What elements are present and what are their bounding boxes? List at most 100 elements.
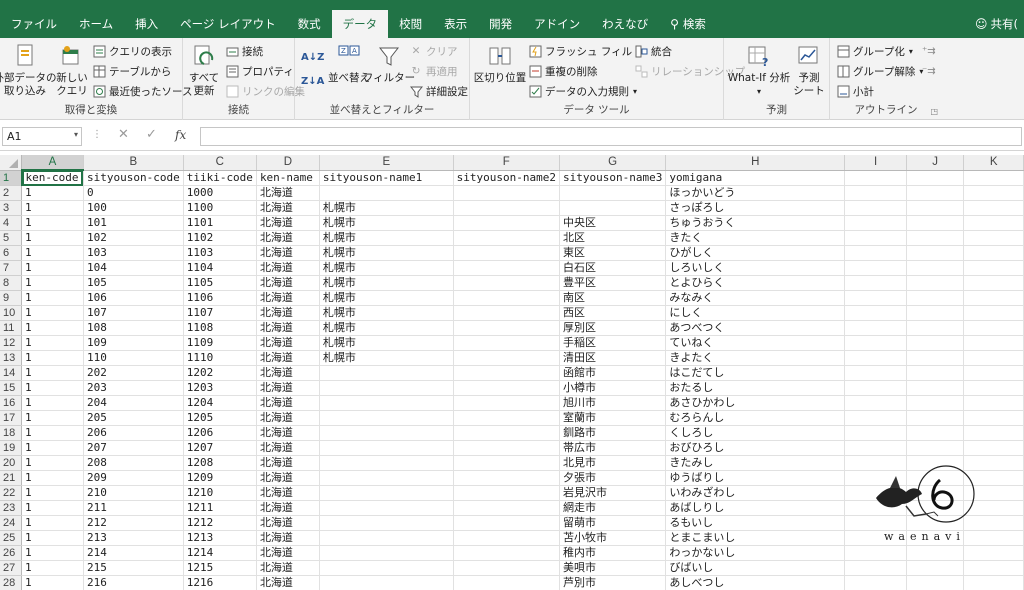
insert-function-button[interactable]: fx bbox=[175, 128, 186, 142]
column-header-h[interactable]: H bbox=[665, 155, 846, 171]
cell[interactable] bbox=[844, 425, 907, 441]
cell[interactable]: 1109 bbox=[183, 335, 257, 351]
cell[interactable]: きよたく bbox=[665, 350, 846, 366]
cell[interactable]: 1213 bbox=[183, 530, 257, 546]
reapply-button[interactable]: ↻ 再適用 bbox=[409, 62, 458, 80]
cell[interactable]: 101 bbox=[83, 215, 184, 231]
row-header[interactable]: 7 bbox=[0, 260, 22, 276]
edit-links-button[interactable]: リンクの編集 bbox=[225, 82, 305, 100]
cell[interactable]: 北海道 bbox=[256, 515, 320, 531]
cell[interactable] bbox=[844, 275, 907, 291]
cancel-icon[interactable]: ✕ bbox=[118, 127, 129, 142]
tab-page-layout[interactable]: ページ レイアウト bbox=[169, 10, 286, 38]
cell[interactable]: ken-name bbox=[256, 170, 320, 186]
row-header[interactable]: 19 bbox=[0, 440, 22, 456]
cell[interactable]: 1 bbox=[21, 230, 84, 246]
cell[interactable] bbox=[906, 290, 965, 306]
cell[interactable]: 札幌市 bbox=[319, 260, 454, 276]
cell[interactable]: あしべつし bbox=[665, 575, 846, 590]
cell[interactable]: 202 bbox=[83, 365, 184, 381]
cell[interactable]: 1 bbox=[21, 560, 84, 576]
cell[interactable] bbox=[453, 410, 560, 426]
cell[interactable]: 北海道 bbox=[256, 335, 320, 351]
cell[interactable] bbox=[319, 455, 454, 471]
cell[interactable]: 209 bbox=[83, 470, 184, 486]
column-header-i[interactable]: I bbox=[844, 155, 907, 171]
row-header[interactable]: 10 bbox=[0, 305, 22, 321]
cell[interactable]: 1 bbox=[21, 200, 84, 216]
cell[interactable]: ken-code bbox=[21, 170, 84, 186]
column-header-b[interactable]: B bbox=[83, 155, 184, 171]
row-header[interactable]: 25 bbox=[0, 530, 22, 546]
cell[interactable]: 1205 bbox=[183, 410, 257, 426]
column-header-c[interactable]: C bbox=[183, 155, 257, 171]
cell[interactable] bbox=[963, 305, 1024, 321]
cell[interactable] bbox=[963, 215, 1024, 231]
row-header[interactable]: 14 bbox=[0, 365, 22, 381]
cell[interactable]: 豊平区 bbox=[559, 275, 667, 291]
cell[interactable]: ていねく bbox=[665, 335, 846, 351]
text-to-columns-button[interactable]: 区切り位置 bbox=[474, 42, 526, 85]
column-header-j[interactable]: J bbox=[906, 155, 965, 171]
what-if-button[interactable]: ? What-If 分析 ▾ bbox=[728, 42, 790, 98]
cell[interactable] bbox=[963, 560, 1024, 576]
tell-me-search[interactable]: ⚲ 検索 bbox=[659, 10, 717, 38]
cell[interactable]: 札幌市 bbox=[319, 215, 454, 231]
cell[interactable]: 中央区 bbox=[559, 215, 667, 231]
cell[interactable]: 1202 bbox=[183, 365, 257, 381]
cell[interactable]: 211 bbox=[83, 500, 184, 516]
advanced-filter-button[interactable]: 詳細設定 bbox=[409, 82, 468, 100]
cell[interactable]: 109 bbox=[83, 335, 184, 351]
cell[interactable] bbox=[963, 320, 1024, 336]
row-header[interactable]: 24 bbox=[0, 515, 22, 531]
cell[interactable]: 0 bbox=[83, 185, 184, 201]
cell[interactable] bbox=[906, 245, 965, 261]
cell[interactable]: 札幌市 bbox=[319, 350, 454, 366]
cell[interactable]: あばしりし bbox=[665, 500, 846, 516]
row-header[interactable]: 8 bbox=[0, 275, 22, 291]
cell[interactable]: にしく bbox=[665, 305, 846, 321]
external-data-button[interactable]: 外部データの 取り込み bbox=[0, 42, 57, 98]
cell[interactable]: 1 bbox=[21, 305, 84, 321]
cell[interactable] bbox=[453, 425, 560, 441]
cell[interactable] bbox=[453, 380, 560, 396]
row-header[interactable]: 23 bbox=[0, 500, 22, 516]
cell[interactable]: 1215 bbox=[183, 560, 257, 576]
cell[interactable]: 216 bbox=[83, 575, 184, 590]
cell[interactable] bbox=[963, 245, 1024, 261]
cell[interactable]: 北海道 bbox=[256, 365, 320, 381]
cell[interactable] bbox=[319, 380, 454, 396]
column-header-e[interactable]: E bbox=[319, 155, 454, 171]
cell[interactable]: 1100 bbox=[183, 200, 257, 216]
cell[interactable]: 1206 bbox=[183, 425, 257, 441]
cell[interactable] bbox=[963, 290, 1024, 306]
cell[interactable] bbox=[963, 185, 1024, 201]
cell[interactable] bbox=[906, 440, 965, 456]
column-header-d[interactable]: D bbox=[256, 155, 320, 171]
cell[interactable] bbox=[319, 470, 454, 486]
cell[interactable] bbox=[453, 305, 560, 321]
show-detail-button[interactable]: ⁺⇉ bbox=[922, 42, 936, 60]
properties-button[interactable]: プロパティ bbox=[225, 62, 294, 80]
cell[interactable] bbox=[319, 545, 454, 561]
cell[interactable]: 1 bbox=[21, 545, 84, 561]
cell[interactable]: 留萌市 bbox=[559, 515, 667, 531]
new-query-button[interactable]: 新しい クエリ bbox=[54, 42, 90, 98]
cell[interactable] bbox=[453, 245, 560, 261]
cell[interactable]: 1110 bbox=[183, 350, 257, 366]
column-header-g[interactable]: G bbox=[559, 155, 667, 171]
cell[interactable]: 1211 bbox=[183, 500, 257, 516]
row-header[interactable]: 28 bbox=[0, 575, 22, 590]
cell[interactable]: 207 bbox=[83, 440, 184, 456]
cell[interactable] bbox=[963, 575, 1024, 590]
cell[interactable]: 小樽市 bbox=[559, 380, 667, 396]
cell[interactable]: きたく bbox=[665, 230, 846, 246]
cell[interactable] bbox=[906, 560, 965, 576]
cell[interactable]: 1 bbox=[21, 260, 84, 276]
cell[interactable] bbox=[319, 575, 454, 590]
cell[interactable] bbox=[453, 455, 560, 471]
cell[interactable] bbox=[559, 185, 667, 201]
cell[interactable]: 1105 bbox=[183, 275, 257, 291]
cell[interactable] bbox=[319, 560, 454, 576]
connections-button[interactable]: 接続 bbox=[225, 42, 263, 60]
